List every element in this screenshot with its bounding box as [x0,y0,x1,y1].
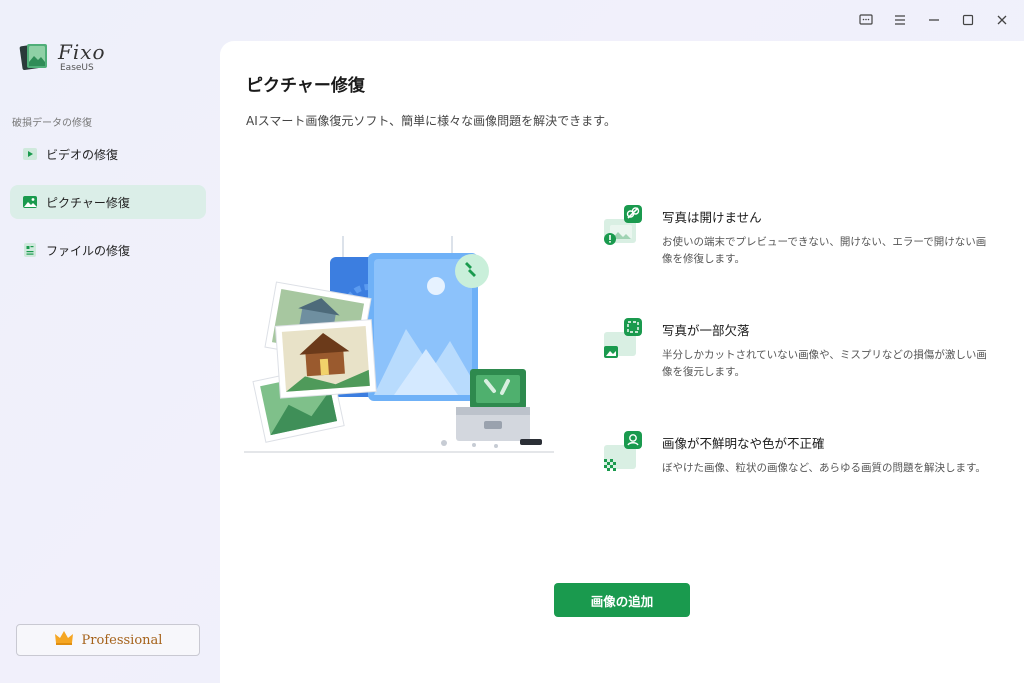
feature-desc: 半分しかカットされていない画像や、ミスプリなどの損傷が激しい画像を復元します。 [662,349,987,378]
sidebar-item-file[interactable]: ファイルの修復 [10,233,206,267]
picture-icon [22,194,38,210]
professional-button[interactable]: Professional [16,624,200,656]
maximize-icon[interactable] [956,8,980,32]
close-icon[interactable] [990,8,1014,32]
picture-repair-illustration [244,231,560,461]
menu-icon[interactable] [888,8,912,32]
video-icon [22,146,38,162]
file-icon [22,242,38,258]
app-logo: Fixo EaseUS [18,40,106,74]
feedback-icon[interactable] [854,8,878,32]
sidebar-item-video[interactable]: ビデオの修復 [10,137,206,171]
professional-label: Professional [81,632,163,648]
sidebar-item-label: ファイルの修復 [46,243,131,258]
main-panel: ピクチャー修復 AIスマート画像復元ソフト、簡単に様々な画像問題を解決できます。 [220,41,1024,683]
sidebar-item-label: ビデオの修復 [46,147,119,162]
crown-icon [54,630,74,650]
feature-title: 写真は開けません [662,210,762,225]
feature-desc: ぼやけた画像、粒状の画像など、あらゆる画質の問題を解決します。 [662,462,986,474]
vendor-name: EaseUS [60,62,94,73]
sidebar: Fixo EaseUS 破損データの修復 ビデオの修復 ピクチャー修復 ファイル… [0,0,218,683]
feature-title: 画像が不鮮明なや色が不正確 [662,436,825,451]
minimize-icon[interactable] [922,8,946,32]
feature-desc: お使いの端末でプレビューできない、開けない、エラーで開けない画像を修復します。 [662,236,987,265]
feature-title: 写真が一部欠落 [662,323,750,338]
page-subtitle: AIスマート画像復元ソフト、簡単に様々な画像問題を解決できます。 [246,114,616,128]
window-controls [854,8,1014,32]
logo-icon [18,40,52,74]
sidebar-item-picture[interactable]: ピクチャー修復 [10,185,206,219]
palette-icon [602,427,642,473]
sidebar-section-label: 破損データの修復 [12,118,92,129]
app-name: Fixo [58,39,106,64]
crop-icon [602,314,642,360]
broken-link-icon [602,201,642,247]
add-image-button[interactable]: 画像の追加 [554,583,690,617]
sidebar-item-label: ピクチャー修復 [46,195,130,210]
page-title: ピクチャー修復 [246,76,365,96]
sidebar-nav: ビデオの修復 ピクチャー修復 ファイルの修復 [10,137,206,281]
